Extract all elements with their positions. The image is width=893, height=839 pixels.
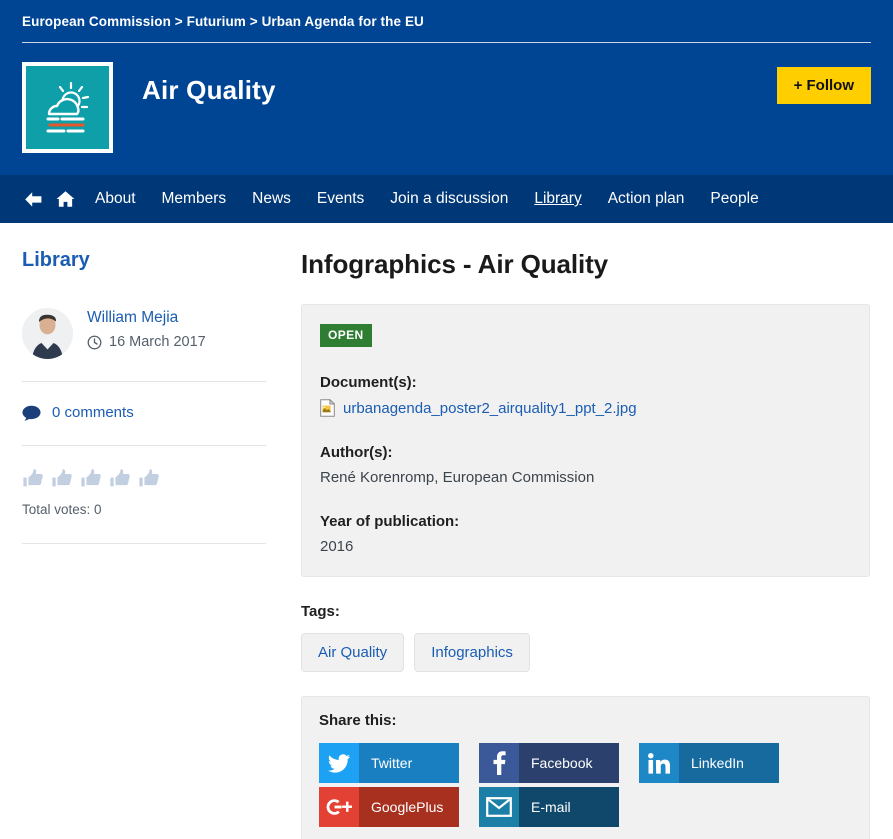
document-info-card: OPEN Document(s): urbanagenda_poster2_ai… xyxy=(301,304,870,577)
sidebar: Library William Mejia 16 March 2017 0 co… xyxy=(0,223,290,839)
votes-block: Total votes: 0 xyxy=(22,446,266,544)
page-title: Infographics - Air Quality xyxy=(301,249,609,279)
year-value: 2016 xyxy=(320,538,354,555)
linkedin-glyph xyxy=(648,752,670,774)
nav-item-members[interactable]: Members xyxy=(149,190,240,208)
nav-item-events[interactable]: Events xyxy=(304,190,377,208)
share-linkedin-button[interactable]: LinkedIn xyxy=(639,743,779,783)
air-quality-logo xyxy=(22,62,113,153)
avatar-photo xyxy=(22,308,73,359)
linkedin-icon xyxy=(639,743,679,783)
nav-item-people[interactable]: People xyxy=(697,190,771,208)
thumbs-rating[interactable] xyxy=(22,468,266,490)
tag-infographics[interactable]: Infographics xyxy=(414,633,530,672)
nav-item-about[interactable]: About xyxy=(82,190,149,208)
share-email-label: E-mail xyxy=(519,787,619,827)
nav-item-join-a-discussion[interactable]: Join a discussion xyxy=(377,190,521,208)
clock-icon xyxy=(87,335,102,349)
share-facebook-button[interactable]: Facebook xyxy=(479,743,619,783)
file-icon xyxy=(320,399,335,417)
brand-title: Air Quality xyxy=(142,75,276,105)
home-icon[interactable] xyxy=(50,184,80,214)
follow-button[interactable]: + Follow xyxy=(776,67,871,104)
share-buttons: Twitter Facebook LinkedIn GooglePlus E-m… xyxy=(319,743,849,827)
thumbs-up-icon-1[interactable] xyxy=(22,468,44,490)
comments-row[interactable]: 0 comments xyxy=(22,382,266,446)
breadcrumb[interactable]: European Commission > Futurium > Urban A… xyxy=(22,0,871,29)
author-meta: William Mejia 16 March 2017 xyxy=(87,308,206,350)
sun-cloud-smog-icon xyxy=(46,81,89,132)
authors-label: Author(s): xyxy=(320,444,393,461)
document-row[interactable]: urbanagenda_poster2_airquality1_ppt_2.jp… xyxy=(320,399,851,417)
tags-label: Tags: xyxy=(301,603,340,620)
share-card: Share this: Twitter Facebook LinkedIn Go… xyxy=(301,696,870,839)
share-facebook-label: Facebook xyxy=(519,743,619,783)
documents-label: Document(s): xyxy=(320,374,417,391)
share-twitter-button[interactable]: Twitter xyxy=(319,743,459,783)
nav-item-library[interactable]: Library xyxy=(521,190,594,208)
twitter-glyph xyxy=(328,753,350,773)
main-navigation: About Members News Events Join a discuss… xyxy=(0,175,893,223)
sidebar-title: Library xyxy=(22,249,90,271)
site-banner: European Commission > Futurium > Urban A… xyxy=(0,0,893,175)
page-body: Library William Mejia 16 March 2017 0 co… xyxy=(0,223,893,839)
thumbs-up-icon-2[interactable] xyxy=(51,468,73,490)
share-googleplus-label: GooglePlus xyxy=(359,787,459,827)
total-votes: Total votes: 0 xyxy=(22,502,102,517)
twitter-icon xyxy=(319,743,359,783)
avatar xyxy=(22,308,73,359)
share-twitter-label: Twitter xyxy=(359,743,459,783)
thumbs-up-icon-4[interactable] xyxy=(109,468,131,490)
share-label: Share this: xyxy=(319,712,397,729)
thumbs-up-icon-3[interactable] xyxy=(80,468,102,490)
logo-inner xyxy=(26,66,109,149)
share-email-button[interactable]: E-mail xyxy=(479,787,619,827)
googleplus-glyph xyxy=(326,799,352,815)
year-label: Year of publication: xyxy=(320,513,460,530)
thumbs-up-icon-5[interactable] xyxy=(138,468,160,490)
email-icon xyxy=(479,787,519,827)
share-googleplus-button[interactable]: GooglePlus xyxy=(319,787,459,827)
email-glyph xyxy=(486,797,512,817)
banner-divider xyxy=(22,42,871,43)
brand-row: Air Quality xyxy=(22,43,871,153)
facebook-glyph xyxy=(493,751,506,775)
tag-air-quality[interactable]: Air Quality xyxy=(301,633,405,672)
author-block: William Mejia 16 March 2017 xyxy=(22,308,266,382)
document-link[interactable]: urbanagenda_poster2_airquality1_ppt_2.jp… xyxy=(343,400,637,417)
nav-item-news[interactable]: News xyxy=(239,190,304,208)
facebook-icon xyxy=(479,743,519,783)
share-linkedin-label: LinkedIn xyxy=(679,743,779,783)
publish-date-row: 16 March 2017 xyxy=(87,334,206,350)
back-arrow-glyph xyxy=(24,191,41,207)
comments-count[interactable]: 0 comments xyxy=(52,404,134,421)
main-content: Infographics - Air Quality OPEN Document… xyxy=(290,223,893,839)
status-badge: OPEN xyxy=(320,324,372,347)
tags-row: Air Quality Infographics xyxy=(301,633,870,672)
author-name-link[interactable]: William Mejia xyxy=(87,309,206,327)
comment-bubble-icon xyxy=(22,405,41,421)
publish-date: 16 March 2017 xyxy=(109,334,206,350)
googleplus-icon xyxy=(319,787,359,827)
home-glyph xyxy=(56,191,74,207)
nav-item-action-plan[interactable]: Action plan xyxy=(595,190,698,208)
back-arrow-icon[interactable] xyxy=(18,184,48,214)
authors-value: René Korenromp, European Commission xyxy=(320,469,595,486)
